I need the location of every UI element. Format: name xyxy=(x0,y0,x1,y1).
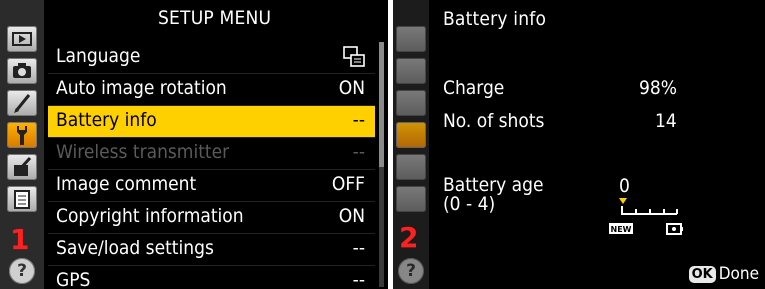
scrollbar[interactable] xyxy=(379,42,384,287)
menu-item: Wireless transmitter -- xyxy=(48,138,375,170)
new-label: NEW xyxy=(611,225,632,234)
done-label: Done xyxy=(718,264,759,284)
menu-item-label: Wireless transmitter xyxy=(56,141,230,163)
age-pointer-icon xyxy=(619,198,627,204)
menu-item-value: -- xyxy=(352,237,365,259)
setup-menu-list: Language Auto image rotation ON Battery inf… xyxy=(48,42,375,289)
battery-age-label: Battery age (0 - 4) xyxy=(443,176,544,214)
battery-age-scale: NEW xyxy=(609,198,683,235)
ok-icon: OK xyxy=(688,266,716,283)
menu-item-label: Language xyxy=(56,45,141,67)
menu-item[interactable]: Save/load settings -- xyxy=(48,234,375,266)
battery-age-value: 0 xyxy=(619,175,630,197)
menu-item-value: -- xyxy=(352,269,365,289)
language-icon xyxy=(343,46,365,67)
menu-item-value: ON xyxy=(338,77,365,99)
setup-tab-icon xyxy=(396,122,426,148)
battery-info-screen: 2 ? Battery info Charge 98% No. of shots… xyxy=(393,0,765,289)
menu-item-value: -- xyxy=(352,141,365,163)
retouch-tab-icon[interactable] xyxy=(7,154,37,180)
scrollbar-thumb[interactable] xyxy=(379,42,384,167)
setup-tab-icon[interactable] xyxy=(7,122,37,148)
menu-item-value: -- xyxy=(352,109,365,131)
done-button[interactable]: OK Done xyxy=(688,264,759,284)
menu-item-label: Copyright information xyxy=(56,205,244,227)
custom-settings-tab-icon xyxy=(396,90,426,116)
my-menu-tab-icon xyxy=(396,186,426,212)
shooting-tab-icon xyxy=(396,58,426,84)
charge-value: 98% xyxy=(639,77,677,99)
step-number: 1 xyxy=(10,223,30,256)
menu-item-label: Save/load settings xyxy=(56,237,214,259)
menu-item-label: Auto image rotation xyxy=(56,77,227,99)
menu-item[interactable]: Battery info -- xyxy=(48,106,375,138)
menu-tab-bar-dimmed: 2 ? xyxy=(393,0,429,289)
setup-menu-screen: 1 ? SETUP MENU Language Auto image rotati… xyxy=(0,0,388,289)
shots-value: 14 xyxy=(655,110,677,132)
menu-item[interactable]: Language xyxy=(48,42,375,74)
battery-age-label-line2: (0 - 4) xyxy=(443,193,496,215)
step-number: 2 xyxy=(399,221,419,254)
menu-item[interactable]: Copyright information ON xyxy=(48,202,375,234)
menu-item[interactable]: Image comment OFF xyxy=(48,170,375,202)
shots-label: No. of shots xyxy=(443,110,545,132)
menu-item[interactable]: Auto image rotation ON xyxy=(48,74,375,106)
help-icon: ? xyxy=(398,258,424,284)
custom-settings-tab-icon[interactable] xyxy=(7,90,37,116)
my-menu-tab-icon[interactable] xyxy=(7,186,37,212)
page-title: Battery info xyxy=(443,8,547,30)
playback-tab-icon xyxy=(396,26,426,52)
page-title: SETUP MENU xyxy=(158,7,272,29)
menu-item-value: ON xyxy=(338,205,365,227)
retouch-tab-icon xyxy=(396,154,426,180)
playback-tab-icon[interactable] xyxy=(7,26,37,52)
menu-item-value: OFF xyxy=(331,173,365,195)
shooting-tab-icon[interactable] xyxy=(7,58,37,84)
menu-item[interactable]: GPS -- xyxy=(48,266,375,289)
charge-label: Charge xyxy=(443,77,505,99)
menu-item-label: Image comment xyxy=(56,173,197,195)
menu-tab-bar: 1 ? xyxy=(0,0,44,289)
menu-item-label: Battery info xyxy=(56,109,157,131)
menu-item-label: GPS xyxy=(56,269,91,289)
recharge-battery-icon xyxy=(666,223,683,235)
help-icon[interactable]: ? xyxy=(9,258,35,284)
